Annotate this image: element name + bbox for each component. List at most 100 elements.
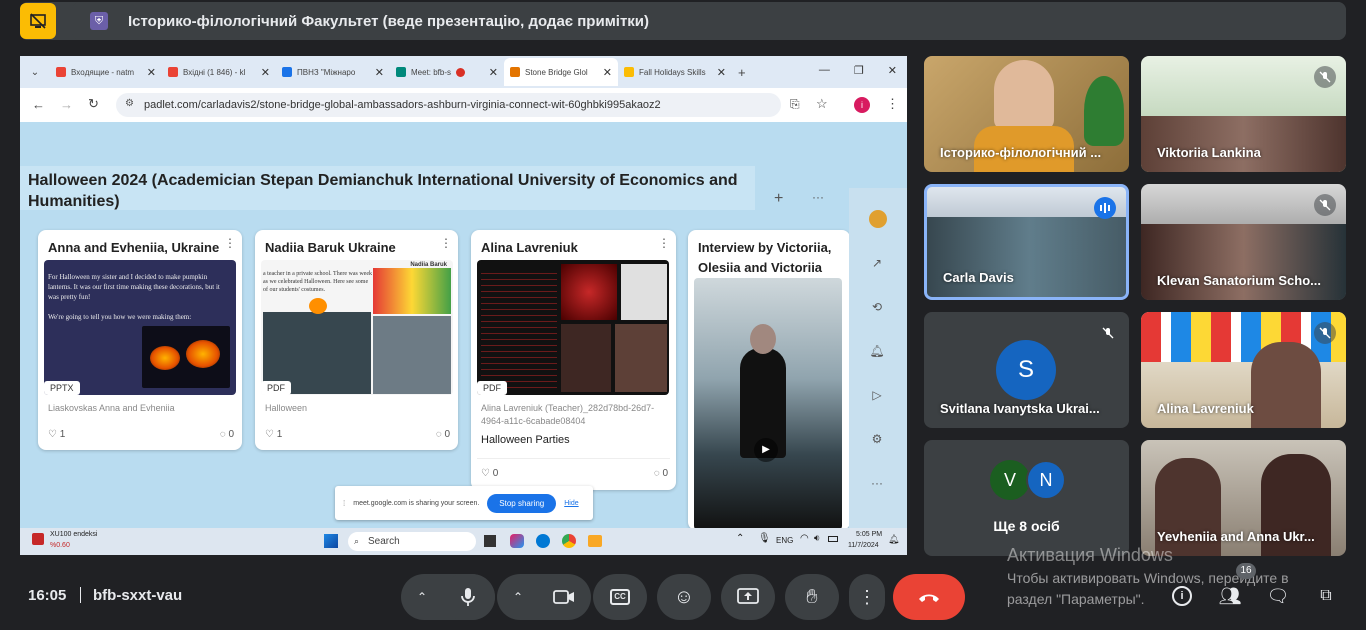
volume-icon[interactable]: 🔉︎ — [814, 533, 820, 544]
notification-bell-icon[interactable]: 🔔︎ — [888, 534, 899, 545]
comment-button[interactable]: ◌ 0 — [654, 468, 668, 479]
participant-tile-svitlana[interactable]: S Svitlana Ivanytska Ukrai... — [924, 312, 1129, 428]
remake-icon[interactable]: ⟲ — [869, 300, 885, 316]
chat-button[interactable]: 🗨︎ — [1266, 584, 1290, 608]
like-button[interactable]: ♡ 0 — [481, 468, 498, 479]
start-icon[interactable] — [324, 534, 338, 548]
copilot-icon[interactable] — [510, 534, 524, 548]
stock-widget-icon[interactable] — [32, 533, 44, 545]
post-menu-icon[interactable]: ⋮ — [224, 236, 236, 250]
like-button[interactable]: ♡ 1 — [265, 429, 282, 440]
drag-handle-icon[interactable]: ⁞ — [343, 499, 345, 508]
post-card-alina-lavreniuk[interactable]: Alina Lavreniuk ⋮ PDF Alina Lavreniuk (T… — [471, 230, 676, 490]
tab-gmail-1[interactable]: Вхoдящие - natm ✕ — [50, 58, 162, 86]
meeting-code[interactable]: bfb-sxxt-vau — [93, 587, 182, 604]
tab-fall-holidays[interactable]: Fall Holidays Skills ✕ — [618, 58, 732, 86]
close-icon[interactable]: ✕ — [147, 66, 156, 79]
close-icon[interactable]: ✕ — [375, 66, 384, 79]
leave-call-button[interactable] — [893, 574, 965, 620]
audio-options-chevron-icon[interactable]: ⌃ — [417, 590, 427, 604]
post-thumbnail[interactable]: PDF — [477, 260, 669, 395]
language-indicator[interactable]: ENG — [776, 536, 793, 545]
post-thumbnail[interactable]: Nadiia Baruk a teacher in a private scho… — [261, 260, 453, 395]
tab-university[interactable]: ПВНЗ "Міжнарo ✕ — [276, 58, 390, 86]
site-settings-icon[interactable]: ⚙ — [125, 98, 134, 109]
meeting-details-button[interactable]: i — [1170, 584, 1194, 608]
post-thumbnail[interactable]: For Halloween my sister and I decided to… — [44, 260, 236, 395]
comment-button[interactable]: ◌ 0 — [220, 429, 234, 440]
tab-meet[interactable]: Meet: bfb-s ✕ — [390, 58, 504, 86]
close-icon[interactable]: ✕ — [261, 66, 270, 79]
url-input[interactable]: ⚙ padlet.com/carladavis2/stone-bridge-gl… — [116, 93, 781, 117]
back-icon[interactable]: ← — [32, 97, 45, 112]
more-options-button[interactable]: ⋮ — [849, 574, 885, 620]
install-app-icon[interactable]: ⎘ — [790, 97, 800, 112]
participant-tile-carla-davis[interactable]: Carla Davis — [924, 184, 1129, 300]
share-icon[interactable]: ↗ — [869, 256, 885, 272]
file-explorer-icon[interactable] — [588, 535, 602, 547]
hide-banner-link[interactable]: Hide — [564, 500, 578, 507]
bookmark-star-icon[interactable]: ☆ — [816, 96, 828, 112]
people-button[interactable]: 👥︎ — [1218, 584, 1242, 608]
wifi-icon[interactable]: ◠ — [800, 533, 809, 544]
stock-name: XU100 endeksi — [50, 531, 98, 538]
video-options-chevron-icon[interactable]: ⌃ — [513, 590, 523, 604]
battery-icon[interactable] — [828, 536, 838, 542]
comment-button[interactable]: ◌ 0 — [436, 429, 450, 440]
post-title: Interview by Victoriia, Olesiia and Vict… — [698, 240, 832, 275]
browser-menu-icon[interactable]: ⋮ — [886, 96, 899, 112]
like-button[interactable]: ♡ 1 — [48, 429, 65, 440]
close-icon[interactable]: ✕ — [603, 66, 612, 79]
tab-gmail-2[interactable]: Вхідні (1 846) - kl ✕ — [162, 58, 276, 86]
tray-chevron-icon[interactable]: ⌃ — [736, 533, 744, 544]
more-icon[interactable]: ··· — [869, 476, 885, 492]
participant-tile-alina[interactable]: Alina Lavreniuk — [1141, 312, 1346, 428]
edge-icon[interactable] — [536, 534, 550, 548]
play-icon[interactable]: ▶ — [754, 438, 778, 462]
post-menu-icon[interactable]: ⋮ — [658, 236, 670, 250]
hang-up-icon — [919, 594, 939, 602]
maximize-icon[interactable]: ❐ — [854, 64, 864, 77]
stop-sharing-button[interactable]: Stop sharing — [487, 493, 557, 513]
notifications-icon[interactable]: 🔔︎ — [869, 344, 885, 360]
settings-icon[interactable]: ⚙ — [869, 432, 885, 448]
participant-tile-klevan[interactable]: Klevan Sanatorium Scho... — [1141, 184, 1346, 300]
add-section-icon[interactable]: + — [774, 190, 783, 208]
taskbar-search[interactable]: ⌕ Search — [348, 532, 476, 551]
profile-avatar[interactable]: i — [854, 97, 870, 113]
post-card-anna-evheniia[interactable]: Anna and Evheniia, Ukraine ⋮ For Hallowe… — [38, 230, 242, 450]
present-screen-button[interactable] — [721, 574, 775, 620]
new-tab-button[interactable]: + — [732, 58, 756, 86]
tab-padlet[interactable]: Stone Bridge Glol ✕ — [504, 58, 618, 86]
interview-video[interactable]: ▶ — [694, 278, 842, 530]
raise-hand-button[interactable]: ✋︎ — [785, 574, 839, 620]
comment-icon: ◌ — [219, 429, 226, 440]
presentation-toggle-button[interactable] — [20, 3, 56, 39]
microphone-button[interactable] — [441, 574, 495, 620]
post-card-interview[interactable]: Interview by Victoriia, Olesiia and Vict… — [688, 230, 850, 530]
reload-icon[interactable]: ↻ — [88, 96, 99, 112]
more-participants-tile[interactable]: V N Ще 8 осіб — [924, 440, 1129, 556]
participant-tile-viktoriia[interactable]: Viktoriia Lankina — [1141, 56, 1346, 172]
activities-button[interactable]: ⧉ — [1314, 584, 1338, 608]
participant-tile-faculty[interactable]: Історико-філологічний ... — [924, 56, 1129, 172]
taskview-icon[interactable] — [484, 535, 496, 547]
post-title: Alina Lavreniuk — [481, 240, 578, 255]
participant-tile-yevheniia[interactable]: Yevheniia and Anna Ukr... — [1141, 440, 1346, 556]
pumpkin-lanterns-image — [142, 326, 230, 388]
slideshow-icon[interactable]: ▷ — [869, 388, 885, 404]
minimize-icon[interactable]: — — [819, 64, 830, 77]
post-card-nadiia-baruk[interactable]: Nadiia Baruk Ukraine ⋮ Nadiia Baruk a te… — [255, 230, 458, 450]
captions-button[interactable]: CC — [593, 574, 647, 620]
padlet-logo-icon[interactable] — [869, 210, 887, 228]
post-menu-icon[interactable]: ⋮ — [440, 236, 452, 250]
section-menu-icon[interactable]: ··· — [812, 190, 824, 204]
close-icon[interactable]: ✕ — [489, 66, 498, 79]
camera-button[interactable] — [537, 574, 591, 620]
close-window-icon[interactable]: ✕ — [888, 64, 897, 77]
tab-list-button[interactable]: ⌄ — [20, 58, 50, 86]
close-icon[interactable]: ✕ — [717, 66, 726, 79]
forward-icon[interactable]: → — [60, 97, 73, 112]
chrome-icon[interactable] — [562, 534, 576, 548]
reactions-button[interactable]: ☺ — [657, 574, 711, 620]
